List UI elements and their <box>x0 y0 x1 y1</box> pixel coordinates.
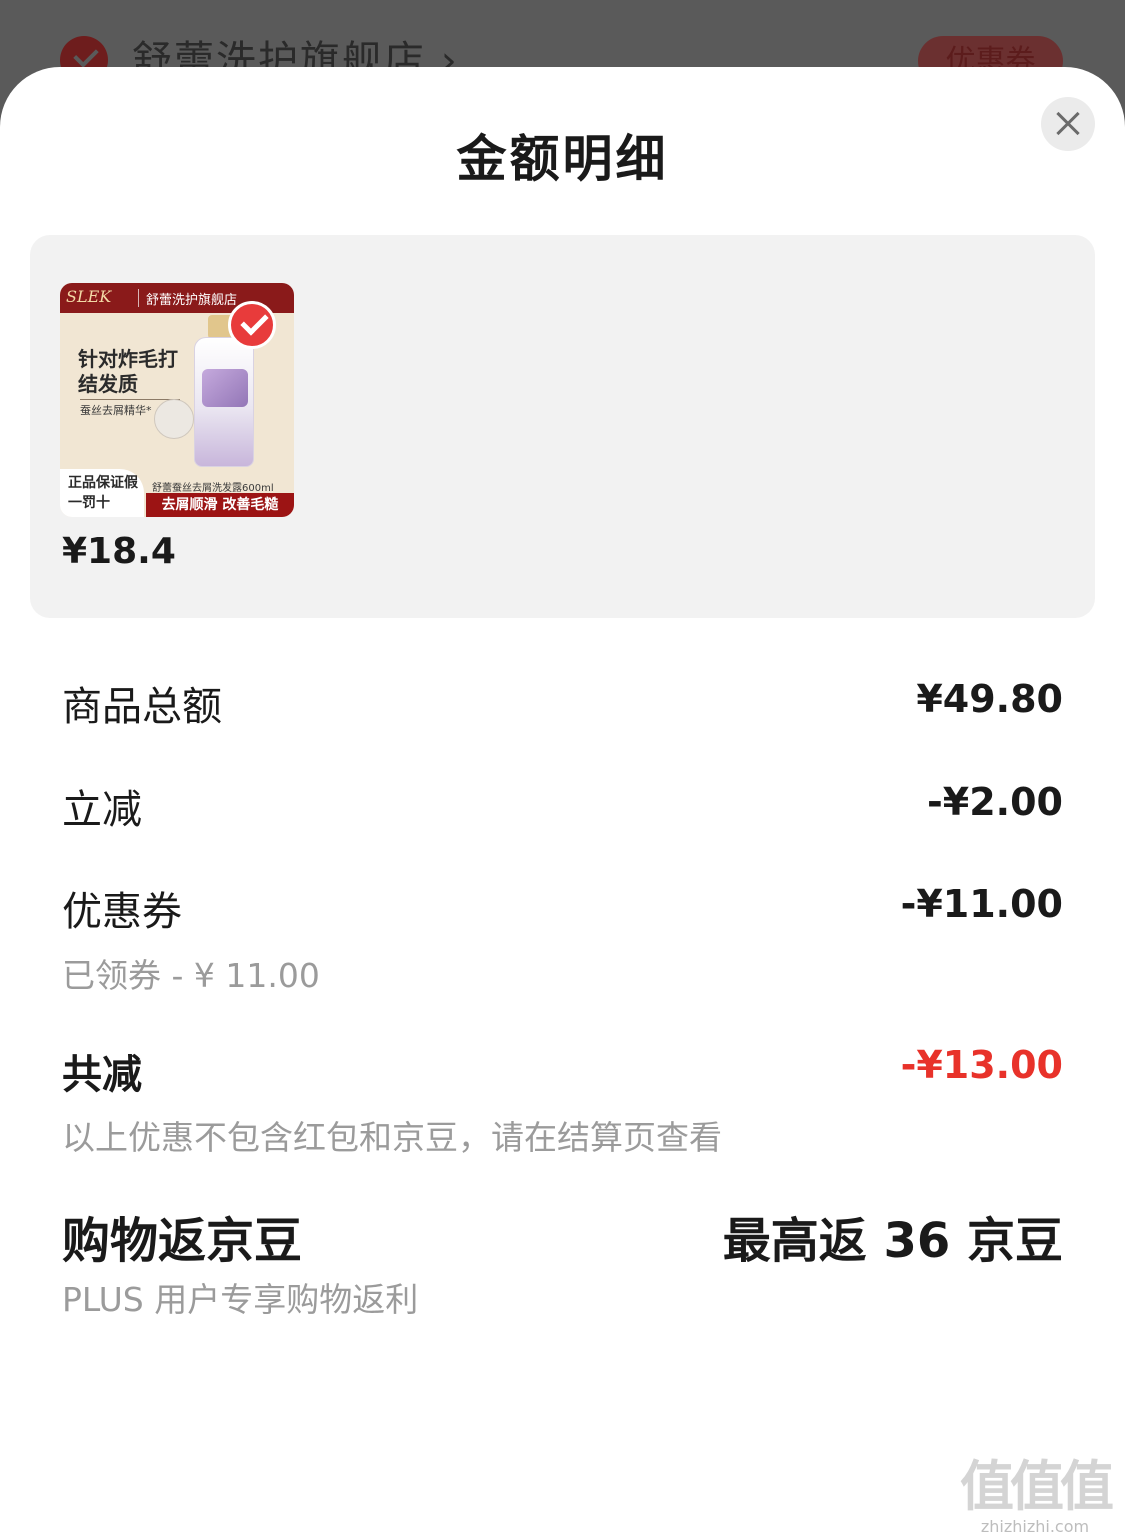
total-label: 商品总额 <box>62 684 222 730</box>
site-watermark: 值值值 zhizhizhi.com <box>955 1455 1115 1537</box>
product-image-caption: 舒蕾蚕丝去屑洗发露600ml <box>152 483 274 494</box>
total-discount-value: -¥13.00 <box>900 1043 1063 1087</box>
product-price: ¥18.4 <box>62 531 176 572</box>
amount-detail-sheet: 金额明细 SLEK 舒蕾洗护旗舰店 针对炸毛打结发质 蚕丝去屑精华* 正品保证假… <box>0 67 1125 1540</box>
instant-discount-value: -¥2.00 <box>927 780 1063 824</box>
rewards-value: 最高返 36 京豆 <box>722 1213 1063 1269</box>
product-image-footer: 去屑顺滑 改善毛糙 <box>146 493 294 517</box>
total-value: ¥49.80 <box>916 677 1063 721</box>
discount-note: 以上优惠不包含红包和京豆，请在结算页查看 <box>62 1118 722 1157</box>
authenticity-badge: 正品保证假一罚十 <box>60 469 144 517</box>
product-image-headline: 针对炸毛打结发质 <box>78 347 178 396</box>
watermark-mark: 值值值 <box>960 1455 1114 1518</box>
product-image-store: 舒蕾洗护旗舰店 <box>146 293 238 308</box>
rewards-label: 购物返京豆 <box>62 1213 303 1269</box>
watermark-url: zhizhizhi.com <box>980 1517 1090 1536</box>
product-card: SLEK 舒蕾洗护旗舰店 针对炸毛打结发质 蚕丝去屑精华* 正品保证假一罚十 舒… <box>30 235 1095 618</box>
coupon-label: 优惠券 <box>62 889 182 935</box>
sheet-title: 金额明细 <box>456 130 669 188</box>
close-icon[interactable] <box>1041 97 1095 151</box>
bottle-label <box>202 369 248 407</box>
coupon-note: 已领券 - ¥ 11.00 <box>62 956 320 995</box>
product-image[interactable]: SLEK 舒蕾洗护旗舰店 针对炸毛打结发质 蚕丝去屑精华* 正品保证假一罚十 舒… <box>60 283 294 517</box>
instant-discount-label: 立减 <box>62 787 142 833</box>
total-discount-label: 共减 <box>62 1052 142 1098</box>
header-divider <box>138 289 139 307</box>
coupon-value: -¥11.00 <box>900 882 1063 926</box>
shell-illustration <box>154 399 194 439</box>
selected-check-icon[interactable] <box>228 301 276 349</box>
rewards-note: PLUS 用户专享购物返利 <box>62 1280 419 1319</box>
brand-logo: SLEK <box>66 287 112 306</box>
